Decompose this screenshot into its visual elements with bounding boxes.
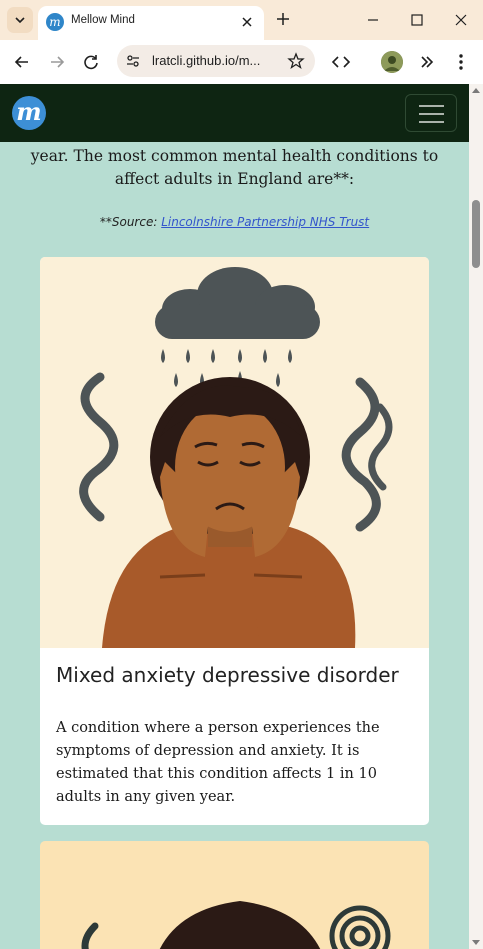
code-icon[interactable] bbox=[330, 51, 352, 73]
card-title: Mixed anxiety depressive disorder bbox=[56, 663, 399, 687]
source-link[interactable]: Lincolnshire Partnership NHS Trust bbox=[161, 215, 369, 229]
avatar-icon bbox=[381, 51, 403, 73]
site-info-icon[interactable] bbox=[125, 53, 141, 69]
tab-title: Mellow Mind bbox=[71, 14, 135, 26]
active-tab[interactable]: m Mellow Mind bbox=[38, 6, 264, 40]
maximize-icon[interactable] bbox=[407, 10, 427, 30]
browser-toolbar: lratcli.github.io/m... bbox=[0, 40, 483, 84]
card-description: A condition where a person experiences t… bbox=[56, 720, 380, 805]
source-citation: **Source: Lincolnshire Partnership NHS T… bbox=[0, 215, 469, 229]
hamburger-line bbox=[419, 121, 444, 123]
site-logo[interactable]: m bbox=[12, 96, 46, 130]
tab-search-button[interactable] bbox=[7, 7, 33, 33]
scroll-thumb[interactable] bbox=[472, 200, 480, 268]
star-icon[interactable] bbox=[287, 52, 305, 70]
condition-card: Mixed anxiety depressive disorder A cond… bbox=[40, 257, 429, 825]
hamburger-line bbox=[419, 105, 444, 107]
favicon-icon: m bbox=[46, 13, 64, 31]
menu-icon[interactable] bbox=[450, 51, 472, 73]
card-illustration bbox=[40, 257, 429, 648]
close-icon[interactable] bbox=[239, 14, 255, 30]
back-icon[interactable] bbox=[11, 51, 33, 73]
forward-icon[interactable] bbox=[46, 51, 68, 73]
scroll-down-icon[interactable] bbox=[472, 940, 480, 945]
anxious-person-illustration bbox=[79, 267, 393, 648]
address-bar[interactable]: lratcli.github.io/m... bbox=[117, 45, 315, 77]
page-viewport: experience a mental health problem in an… bbox=[0, 84, 469, 949]
page-scrollbar[interactable] bbox=[469, 84, 483, 949]
site-navbar: m bbox=[0, 84, 469, 142]
avatar[interactable] bbox=[381, 51, 403, 73]
chevron-down-icon bbox=[15, 17, 25, 24]
url-text: lratcli.github.io/m... bbox=[152, 53, 261, 68]
next-card-illustration bbox=[81, 901, 391, 949]
source-prefix: **Source: bbox=[99, 215, 162, 229]
reload-icon[interactable] bbox=[80, 51, 102, 73]
hamburger-line bbox=[419, 113, 444, 115]
extensions-icon[interactable] bbox=[416, 51, 438, 73]
plus-icon[interactable] bbox=[273, 9, 293, 29]
minimize-icon[interactable] bbox=[363, 10, 383, 30]
scroll-up-icon[interactable] bbox=[472, 88, 480, 93]
close-window-icon[interactable] bbox=[451, 10, 471, 30]
tab-strip: m Mellow Mind bbox=[0, 0, 483, 40]
next-condition-card bbox=[40, 841, 429, 949]
hamburger-menu-button[interactable] bbox=[405, 94, 457, 132]
